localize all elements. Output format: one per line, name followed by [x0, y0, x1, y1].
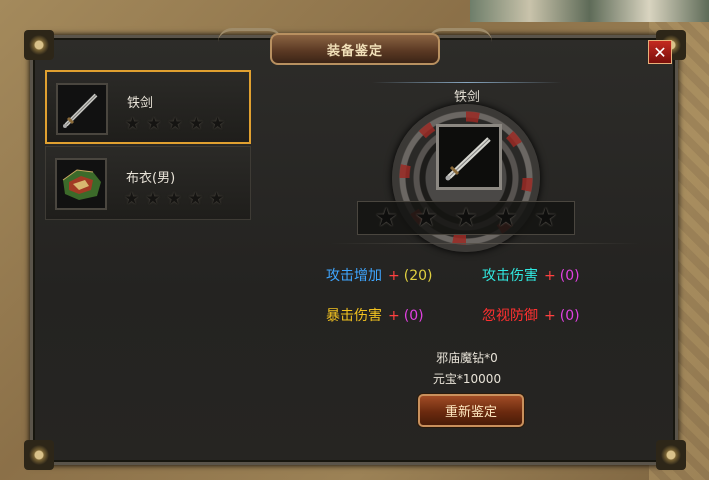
frame-corner-bottom-right	[656, 440, 686, 470]
stat-value: (0)	[559, 268, 580, 284]
item-name: 布衣(男)	[126, 171, 176, 186]
iron-sword-icon	[56, 83, 108, 135]
iron-sword-icon	[445, 137, 491, 181]
stat-label: 忽视防御	[482, 308, 538, 324]
item-name: 铁剑	[127, 96, 154, 111]
stat-plus: +	[388, 268, 400, 284]
stat-value: (20)	[403, 268, 433, 284]
star-icon: ★	[494, 203, 518, 233]
star-icon: ★	[125, 114, 141, 134]
selected-item-name: 铁剑	[453, 90, 480, 105]
currency-cost: 元宝*10000	[432, 372, 502, 386]
stat-plus: +	[544, 308, 556, 324]
stat-value: (0)	[403, 308, 424, 324]
title-plate: 装备鉴定	[270, 33, 440, 65]
frame-corner-top-left	[24, 30, 54, 60]
reidentify-button[interactable]: 重新鉴定	[418, 394, 524, 427]
star-icon: ★	[414, 203, 438, 233]
stats-divider	[330, 243, 640, 244]
stat-label: 暴击伤害	[326, 308, 382, 324]
star-icon: ★	[374, 203, 398, 233]
star-icon: ★	[124, 189, 140, 209]
star-icon: ★	[187, 189, 203, 209]
cloth-armor-icon	[55, 158, 107, 210]
material-cost: 邪庙魔钻*0	[436, 351, 498, 365]
star-icon: ★	[188, 114, 204, 134]
item-card-cloth-armor[interactable]: 布衣(男) ★ ★ ★ ★ ★	[45, 146, 251, 220]
star-icon: ★	[146, 114, 162, 134]
item-card-iron-sword[interactable]: 铁剑 ★ ★ ★ ★ ★	[45, 70, 251, 144]
star-icon: ★	[534, 203, 558, 233]
stat-ignore-defense: 忽视防御 + (0)	[482, 305, 580, 325]
identify-star-rating: ★ ★ ★ ★ ★	[357, 201, 575, 235]
item-star-rating: ★ ★ ★ ★ ★	[124, 191, 224, 208]
background-decoration	[470, 0, 709, 22]
stat-critical-damage: 暴击伤害 + (0)	[326, 305, 424, 325]
window-title: 装备鉴定	[326, 43, 383, 59]
close-button[interactable]: ✕	[648, 40, 672, 64]
stat-label: 攻击伤害	[482, 268, 538, 284]
stat-attack-bonus: 攻击增加 + (20)	[326, 265, 432, 285]
identify-item-slot[interactable]	[436, 124, 502, 190]
item-star-rating: ★ ★ ★ ★ ★	[125, 116, 225, 133]
star-icon: ★	[166, 189, 182, 209]
star-icon: ★	[167, 114, 183, 134]
star-icon: ★	[145, 189, 161, 209]
emblem-label-bar	[372, 82, 562, 83]
star-icon: ★	[210, 114, 226, 134]
stat-attack-damage: 攻击伤害 + (0)	[482, 265, 580, 285]
frame-corner-bottom-left	[24, 440, 54, 470]
stat-plus: +	[388, 308, 400, 324]
stat-value: (0)	[559, 308, 580, 324]
star-icon: ★	[454, 203, 478, 233]
star-icon: ★	[209, 189, 225, 209]
stat-plus: +	[544, 268, 556, 284]
stat-label: 攻击增加	[326, 268, 382, 284]
